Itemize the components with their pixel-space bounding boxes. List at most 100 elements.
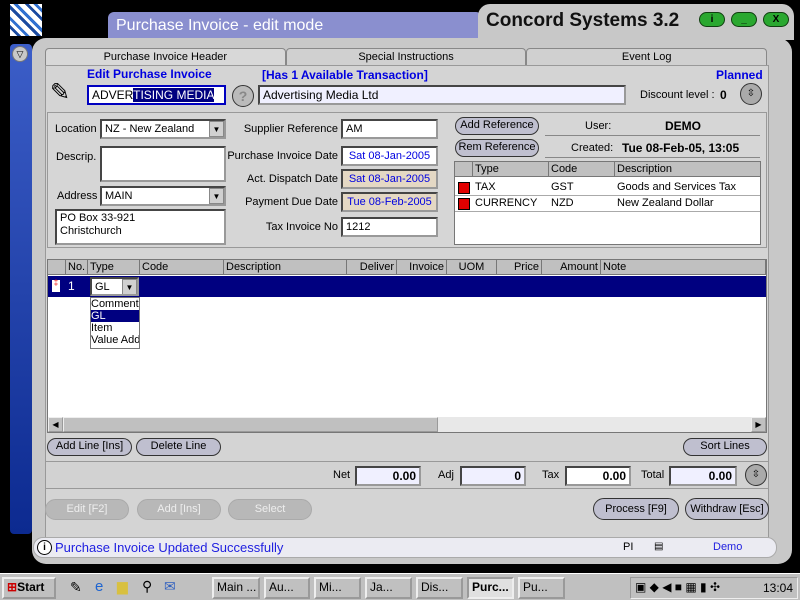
close-button[interactable]: X: [763, 12, 789, 27]
internet-explorer-icon[interactable]: e: [95, 578, 103, 595]
descrip-input[interactable]: [100, 146, 226, 182]
add-reference-button[interactable]: Add Reference: [455, 117, 539, 135]
line-type-select[interactable]: GL▼: [90, 277, 139, 296]
type-option[interactable]: Value Add: [91, 334, 139, 346]
start-label: Start: [17, 580, 44, 594]
col-description[interactable]: Description: [224, 260, 347, 275]
table-row[interactable]: CURRENCY NZD New Zealand Dollar: [455, 196, 760, 212]
scroll-left-icon[interactable]: ◀: [48, 417, 63, 432]
due-date-input[interactable]: Tue 08-Feb-2005: [341, 192, 438, 212]
edit-button[interactable]: Edit [F2]: [45, 499, 129, 520]
chevron-down-icon[interactable]: ▼: [209, 121, 224, 137]
document-icon[interactable]: ▤: [654, 541, 663, 552]
discount-value: 0: [720, 88, 727, 102]
tax-label: Tax: [542, 469, 559, 481]
dispatch-date-input[interactable]: Sat 08-Jan-2005: [341, 169, 438, 189]
taskbar-item[interactable]: Main ...: [212, 577, 260, 599]
created-value: Tue 08-Feb-05, 13:05: [622, 141, 739, 155]
info-button[interactable]: i: [699, 12, 725, 27]
folder-icon[interactable]: ▆: [117, 578, 128, 595]
add-line-button[interactable]: Add Line [Ins]: [47, 438, 132, 456]
ref-col-description[interactable]: Description: [615, 162, 761, 177]
chevron-down-icon[interactable]: ▼: [122, 279, 137, 295]
tab-bar: Purchase Invoice Header Special Instruct…: [45, 48, 767, 66]
minimize-button[interactable]: _: [731, 12, 757, 27]
total-label: Total: [641, 469, 664, 481]
divider: [545, 135, 760, 136]
quicklaunch-icon[interactable]: ✎: [70, 579, 82, 596]
outlook-icon[interactable]: ✉: [164, 578, 176, 595]
withdraw-button[interactable]: Withdraw [Esc]: [685, 498, 769, 520]
chevron-down-icon[interactable]: ▼: [209, 188, 224, 204]
type-option[interactable]: Comment: [91, 298, 139, 310]
col-type[interactable]: Type: [88, 260, 140, 275]
col-deliver[interactable]: Deliver: [347, 260, 397, 275]
col-uom[interactable]: UOM: [447, 260, 497, 275]
status-label: Planned: [716, 68, 763, 82]
taskbar-item[interactable]: Dis...: [416, 577, 463, 599]
scrollbar-thumb[interactable]: [63, 417, 438, 432]
col-code[interactable]: Code: [140, 260, 224, 275]
user-value: DEMO: [665, 119, 701, 133]
supplier-code-selection: TISING MEDIA: [133, 88, 214, 102]
taskbar-item[interactable]: Mi...: [314, 577, 361, 599]
col-price[interactable]: Price: [497, 260, 542, 275]
status-user: Demo: [713, 541, 742, 553]
ref-code: NZD: [551, 197, 574, 209]
start-button[interactable]: ⊞Start: [2, 577, 56, 599]
type-option[interactable]: Item: [91, 322, 139, 334]
taskbar-item-active[interactable]: Purc...: [467, 577, 514, 599]
tax-invoice-input[interactable]: 1212: [341, 217, 438, 237]
add-button[interactable]: Add [Ins]: [137, 499, 221, 520]
location-label: Location: [55, 123, 97, 135]
col-no[interactable]: No.: [66, 260, 88, 275]
process-button[interactable]: Process [F9]: [593, 498, 679, 520]
address-line: Christchurch: [60, 225, 221, 238]
expand-header-button[interactable]: ⇳: [740, 83, 762, 105]
col-note[interactable]: Note: [601, 260, 766, 275]
ref-code: GST: [551, 181, 574, 193]
ref-col-type[interactable]: Type: [473, 162, 549, 177]
select-button[interactable]: Select: [228, 499, 312, 520]
address-select[interactable]: MAIN▼: [100, 186, 226, 206]
tax-input[interactable]: 0.00: [565, 466, 631, 486]
adj-input[interactable]: 0: [460, 466, 526, 486]
supplier-code-input[interactable]: ADVERTISING MEDIA: [87, 85, 226, 105]
location-select[interactable]: NZ - New Zealand▼: [100, 119, 226, 139]
invoice-date-input[interactable]: Sat 08-Jan-2005: [341, 146, 438, 166]
address-text[interactable]: PO Box 33-921Christchurch: [55, 209, 226, 245]
adj-label: Adj: [438, 469, 454, 481]
horizontal-scrollbar[interactable]: ◀ ▶: [48, 417, 766, 432]
col-invoice[interactable]: Invoice: [397, 260, 447, 275]
descrip-label: Descrip.: [56, 151, 96, 163]
rem-reference-button[interactable]: Rem Reference: [455, 139, 539, 157]
taskbar-item[interactable]: Pu...: [518, 577, 565, 599]
dispatch-date-label: Act. Dispatch Date: [228, 173, 338, 185]
system-tray: ▣ ◆ ◀ ■ ▦ ▮ ✣ 13:04: [630, 577, 798, 599]
network-icon[interactable]: ⚲: [142, 578, 152, 595]
windows-logo-icon: ⊞: [7, 580, 17, 594]
scroll-right-icon[interactable]: ▶: [751, 417, 766, 432]
taskbar-item[interactable]: Au...: [264, 577, 310, 599]
tab-event-log[interactable]: Event Log: [526, 48, 767, 66]
ref-type: TAX: [475, 181, 496, 193]
supplier-ref-input[interactable]: AM: [341, 119, 438, 139]
clock: 13:04: [763, 581, 793, 595]
table-row[interactable]: TAX GST Goods and Services Tax: [455, 180, 760, 196]
taskbar-item[interactable]: Ja...: [365, 577, 412, 599]
type-option[interactable]: GL: [91, 310, 139, 322]
col-amount[interactable]: Amount: [542, 260, 601, 275]
tab-special-instructions[interactable]: Special Instructions: [286, 48, 527, 66]
sort-lines-button[interactable]: Sort Lines: [683, 438, 767, 456]
tab-header[interactable]: Purchase Invoice Header: [45, 48, 286, 66]
tray-icons[interactable]: ▣ ◆ ◀ ■ ▦ ▮ ✣: [635, 580, 720, 594]
table-row[interactable]: ‡ 1 GL▼: [48, 276, 766, 297]
help-icon[interactable]: ?: [232, 85, 254, 107]
expand-totals-button[interactable]: ⇳: [745, 464, 767, 486]
delete-line-button[interactable]: Delete Line: [136, 438, 221, 456]
collapse-button[interactable]: ▽: [12, 46, 28, 62]
created-label: Created:: [571, 142, 613, 154]
ref-col-code[interactable]: Code: [549, 162, 615, 177]
transaction-notice[interactable]: [Has 1 Available Transaction]: [262, 68, 428, 82]
references-table: Type Code Description TAX GST Goods and …: [454, 161, 761, 245]
